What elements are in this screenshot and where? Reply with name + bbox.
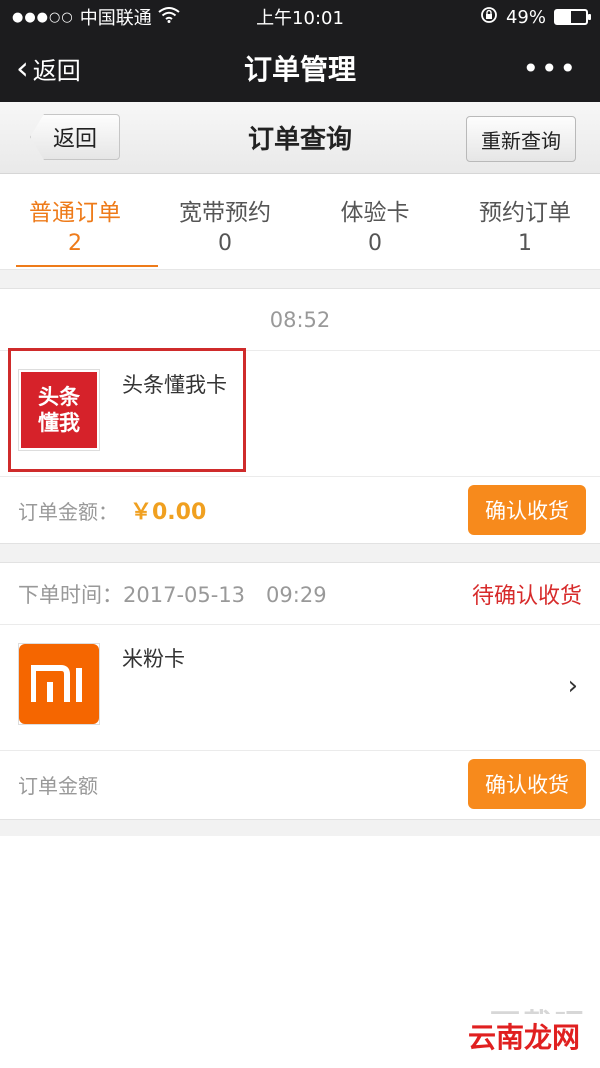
logo-text: 头条懂我 — [38, 385, 80, 435]
tab-normal-orders[interactable]: 普通订单 2 — [0, 174, 158, 269]
battery-percent: 49% — [505, 6, 546, 28]
battery-fill — [556, 11, 571, 23]
rotation-lock-icon — [480, 6, 498, 29]
chevron-right-icon[interactable]: › — [568, 671, 578, 701]
order-card: 下单时间： 2017-05-13 09:29 待确认收货 米粉卡 › 订单金额 … — [0, 562, 600, 820]
tab-trial-card[interactable]: 体验卡 0 — [300, 174, 450, 269]
battery-icon — [554, 9, 591, 25]
amount-row: 订单金额 确认收货 — [0, 751, 600, 817]
tab-label: 宽带预约 — [179, 200, 271, 226]
order-time: 下单时间： 2017-05-13 09:29 待确认收货 — [0, 563, 600, 625]
tab-broadband-reservation[interactable]: 宽带预约 0 — [150, 174, 300, 269]
product-row[interactable]: 头条懂我 头条懂我卡 — [0, 351, 600, 477]
tab-label: 体验卡 — [340, 200, 410, 226]
amount-value: ￥0.00 — [130, 500, 207, 525]
toutiao-card-logo: 头条懂我 — [21, 372, 97, 448]
divider — [0, 270, 600, 288]
signal-strength-icon: ●●●○○ — [12, 9, 74, 25]
confirm-receipt-button[interactable]: 确认收货 — [468, 759, 586, 809]
nav-back-label: 返回 — [32, 56, 81, 85]
more-icon[interactable]: ••• — [522, 52, 600, 85]
tab-label: 预约订单 — [479, 200, 571, 226]
divider — [0, 820, 600, 836]
back-button[interactable]: 返回 — [30, 114, 120, 160]
order-card: 08:52 头条懂我 头条懂我卡 订单金额： ￥0.00 确认收货 — [0, 288, 600, 544]
watermark-bottom: 云南龙网 — [461, 1014, 586, 1058]
amount-label: 订单金额 — [18, 773, 98, 798]
wifi-icon — [158, 6, 180, 28]
product-name: 头条懂我卡 — [122, 373, 227, 397]
order-tabs: 普通订单 2 宽带预约 0 体验卡 0 预约订单 1 — [0, 174, 600, 270]
tab-count: 0 — [218, 231, 232, 256]
sub-header: 返回 订单查询 重新查询 — [0, 102, 600, 174]
order-time-value: 2017-05-13 09:29 — [123, 582, 327, 607]
product-thumbnail — [18, 643, 100, 725]
carrier-name: 中国联通 — [79, 8, 152, 29]
page: ●●●○○ 中国联通 上午10:01 49% ‹ 返回 订单管理 ••• 返回 … — [0, 0, 600, 1068]
product-row[interactable]: 米粉卡 › — [0, 625, 600, 751]
nav-bar: ‹ 返回 订单管理 ••• — [0, 34, 600, 102]
amount-label: 订单金额： — [18, 499, 118, 524]
order-status: 待确认收货 — [471, 583, 582, 609]
product-name: 米粉卡 — [122, 647, 185, 671]
mi-logo-icon — [19, 644, 99, 724]
order-time-value: 08:52 — [269, 307, 331, 332]
confirm-receipt-button[interactable]: 确认收货 — [468, 485, 586, 535]
order-time-label: 下单时间： — [18, 582, 123, 607]
order-time: 08:52 — [0, 289, 600, 351]
tab-count: 1 — [518, 231, 532, 256]
watermark: 下载吧 云南龙网 — [396, 1000, 586, 1060]
status-right: 49% — [480, 6, 591, 29]
status-left: ●●●○○ 中国联通 — [12, 4, 480, 30]
divider — [0, 544, 600, 562]
tab-label: 普通订单 — [29, 200, 121, 226]
tab-reserved-orders[interactable]: 预约订单 1 — [450, 174, 600, 269]
chevron-left-icon: ‹ — [16, 49, 29, 87]
status-bar: ●●●○○ 中国联通 上午10:01 49% — [0, 0, 600, 34]
requery-button[interactable]: 重新查询 — [466, 116, 576, 162]
tab-count: 0 — [368, 231, 382, 256]
amount-row: 订单金额： ￥0.00 确认收货 — [0, 477, 600, 543]
product-thumbnail: 头条懂我 — [18, 369, 100, 451]
tab-count: 2 — [68, 231, 82, 256]
nav-back-button[interactable]: ‹ 返回 — [0, 51, 150, 86]
